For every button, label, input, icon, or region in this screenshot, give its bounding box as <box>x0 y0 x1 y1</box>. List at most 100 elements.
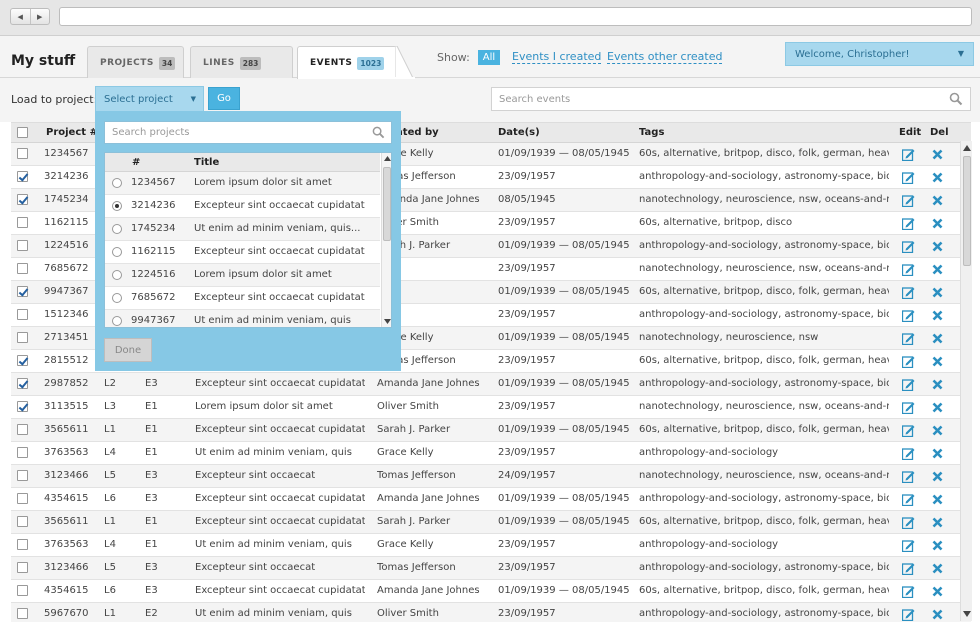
table-row[interactable]: 3565611 L1 E1 Excepteur sint occaecat cupid… <box>11 419 971 442</box>
project-radio[interactable] <box>112 201 122 211</box>
row-checkbox[interactable] <box>17 286 28 297</box>
col-project[interactable]: Project # <box>46 127 98 138</box>
delete-icon[interactable] <box>932 172 943 183</box>
delete-icon[interactable] <box>932 310 943 321</box>
scroll-down-icon[interactable] <box>963 611 971 617</box>
filter-all-button[interactable]: All <box>478 50 500 65</box>
delete-icon[interactable] <box>932 241 943 252</box>
row-checkbox[interactable] <box>17 355 28 366</box>
row-checkbox[interactable] <box>17 309 28 320</box>
delete-icon[interactable] <box>932 517 943 528</box>
row-checkbox[interactable] <box>17 562 28 573</box>
table-row[interactable]: 4354615 L6 E3 Excepteur sint occaecat cupid… <box>11 488 971 511</box>
edit-icon[interactable] <box>902 217 915 230</box>
edit-icon[interactable] <box>902 539 915 552</box>
row-checkbox[interactable] <box>17 217 28 228</box>
list-scrollbar[interactable] <box>381 153 391 327</box>
delete-icon[interactable] <box>932 563 943 574</box>
project-radio[interactable] <box>112 224 122 234</box>
delete-icon[interactable] <box>932 586 943 597</box>
project-radio[interactable] <box>112 247 122 257</box>
delete-icon[interactable] <box>932 402 943 413</box>
row-checkbox[interactable] <box>17 585 28 596</box>
list-item[interactable]: 1234567 Lorem ipsum dolor sit amet <box>105 172 380 195</box>
filter-mine-link[interactable]: Events I created <box>512 51 602 64</box>
edit-icon[interactable] <box>902 263 915 276</box>
row-checkbox[interactable] <box>17 516 28 527</box>
tab-events[interactable]: EVENTS 1023 <box>297 46 397 79</box>
col-tags[interactable]: Tags <box>639 127 664 138</box>
row-checkbox[interactable] <box>17 401 28 412</box>
row-checkbox[interactable] <box>17 148 28 159</box>
edit-icon[interactable] <box>902 355 915 368</box>
delete-icon[interactable] <box>932 425 943 436</box>
select-all-checkbox[interactable] <box>17 127 28 138</box>
scroll-thumb[interactable] <box>383 167 391 241</box>
row-checkbox[interactable] <box>17 378 28 389</box>
table-row[interactable]: 3113515 L3 E1 Lorem ipsum dolor sit amet Oli… <box>11 396 971 419</box>
back-arrow-icon[interactable]: ◀ <box>11 9 31 24</box>
list-item[interactable]: 1224516 Lorem ipsum dolor sit amet <box>105 264 380 287</box>
table-row[interactable]: 3565611 L1 E1 Excepteur sint occaecat cupid… <box>11 511 971 534</box>
edit-icon[interactable] <box>902 378 915 391</box>
edit-icon[interactable] <box>902 194 915 207</box>
delete-icon[interactable] <box>932 356 943 367</box>
list-item[interactable]: 1162115 Excepteur sint occaecat cupidatat <box>105 241 380 264</box>
edit-icon[interactable] <box>902 401 915 414</box>
list-item[interactable]: 7685672 Excepteur sint occaecat cupidatat <box>105 287 380 310</box>
go-button[interactable]: Go <box>208 87 240 110</box>
delete-icon[interactable] <box>932 494 943 505</box>
row-checkbox[interactable] <box>17 424 28 435</box>
table-row[interactable]: 3763563 L4 E1 Ut enim ad minim veniam, quis… <box>11 534 971 557</box>
list-item[interactable]: 3214236 Excepteur sint occaecat cupidatat <box>105 195 380 218</box>
project-radio[interactable] <box>112 270 122 280</box>
row-checkbox[interactable] <box>17 263 28 274</box>
search-events-input[interactable]: Search events <box>491 87 971 111</box>
edit-icon[interactable] <box>902 562 915 575</box>
table-row[interactable]: 3123466 L5 E3 Excepteur sint occaecat Tomas … <box>11 465 971 488</box>
delete-icon[interactable] <box>932 149 943 160</box>
address-bar[interactable] <box>59 7 972 26</box>
delete-icon[interactable] <box>932 540 943 551</box>
tab-projects[interactable]: PROJECTS 34 <box>87 46 184 79</box>
row-checkbox[interactable] <box>17 470 28 481</box>
scroll-up-icon[interactable] <box>963 145 971 151</box>
forward-arrow-icon[interactable]: ▶ <box>31 9 50 24</box>
tab-lines[interactable]: LINES 283 <box>190 46 293 79</box>
edit-icon[interactable] <box>902 608 915 621</box>
edit-icon[interactable] <box>902 493 915 506</box>
project-select[interactable]: Select project ▼ <box>95 86 204 112</box>
scroll-up-icon[interactable] <box>384 156 391 161</box>
edit-icon[interactable] <box>902 240 915 253</box>
delete-icon[interactable] <box>932 379 943 390</box>
delete-icon[interactable] <box>932 264 943 275</box>
table-row[interactable]: 5967670 L1 E2 Ut enim ad minim veniam, quis… <box>11 603 971 622</box>
table-row[interactable]: 4354615 L6 E3 Excepteur sint occaecat cupid… <box>11 580 971 603</box>
table-row[interactable]: 2987852 L2 E3 Excepteur sint occaecat cupid… <box>11 373 971 396</box>
row-checkbox[interactable] <box>17 240 28 251</box>
delete-icon[interactable] <box>932 333 943 344</box>
row-checkbox[interactable] <box>17 332 28 343</box>
table-row[interactable]: 3763563 L4 E1 Ut enim ad minim veniam, quis… <box>11 442 971 465</box>
edit-icon[interactable] <box>902 332 915 345</box>
scroll-down-icon[interactable] <box>384 319 391 324</box>
delete-icon[interactable] <box>932 287 943 298</box>
delete-icon[interactable] <box>932 471 943 482</box>
user-menu[interactable]: Welcome, Christopher! ▼ <box>785 42 974 66</box>
row-checkbox[interactable] <box>17 539 28 550</box>
row-checkbox[interactable] <box>17 171 28 182</box>
delete-icon[interactable] <box>932 195 943 206</box>
delete-icon[interactable] <box>932 218 943 229</box>
edit-icon[interactable] <box>902 171 915 184</box>
edit-icon[interactable] <box>902 470 915 483</box>
edit-icon[interactable] <box>902 424 915 437</box>
table-scrollbar[interactable] <box>960 141 972 621</box>
filter-others-link[interactable]: Events other created <box>607 51 723 64</box>
delete-icon[interactable] <box>932 609 943 620</box>
project-radio[interactable] <box>112 178 122 188</box>
row-checkbox[interactable] <box>17 447 28 458</box>
edit-icon[interactable] <box>902 585 915 598</box>
edit-icon[interactable] <box>902 148 915 161</box>
project-radio[interactable] <box>112 293 122 303</box>
edit-icon[interactable] <box>902 447 915 460</box>
